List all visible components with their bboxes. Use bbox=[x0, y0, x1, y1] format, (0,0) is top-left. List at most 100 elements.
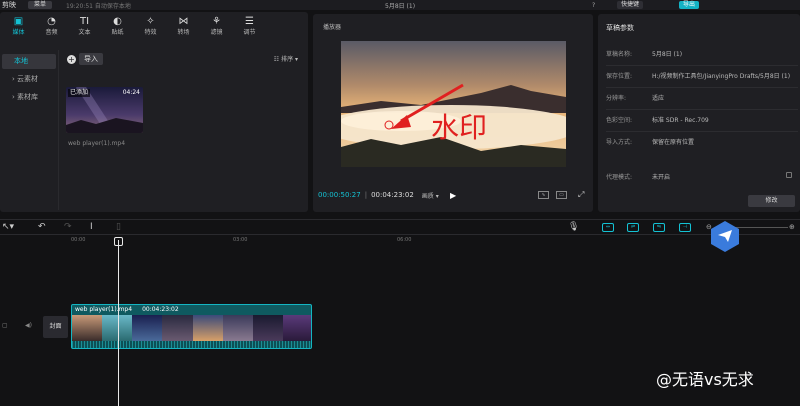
import-row[interactable]: + 导入 bbox=[67, 53, 103, 65]
clip-header: web player(1).mp4 00:04:23:02 bbox=[72, 305, 311, 315]
tool-label: 特效 bbox=[144, 29, 157, 36]
proxy-row: 代理模式: 未开启 bbox=[606, 172, 796, 181]
thumbnail-filename: web player(1).mp4 bbox=[68, 140, 126, 147]
draft-row: 导入方式: 保留在原有位置 bbox=[606, 132, 798, 153]
preview-axis-icon[interactable]: ⊣ bbox=[679, 223, 691, 232]
import-button[interactable]: 导入 bbox=[79, 53, 103, 65]
clip-frame bbox=[252, 315, 283, 341]
undo-icon[interactable]: ↶ bbox=[38, 222, 46, 233]
clip-frame bbox=[222, 315, 253, 341]
tool-adjust[interactable]: ☰ 调节 bbox=[233, 12, 266, 40]
total-time: 00:04:23:02 bbox=[371, 191, 414, 199]
text-icon: TI bbox=[79, 16, 90, 27]
clip-name: web player(1).mp4 bbox=[75, 306, 133, 313]
playhead[interactable] bbox=[118, 240, 119, 406]
fullscreen-icon[interactable]: ⤢ bbox=[578, 190, 584, 200]
watermark-label: 水印 bbox=[431, 111, 487, 144]
row-key: 分辨率: bbox=[606, 95, 627, 102]
sidebar-item-label: 云素材 bbox=[17, 75, 39, 83]
clip-frame bbox=[162, 315, 193, 341]
clip-duration: 00:04:23:02 bbox=[142, 306, 179, 313]
clip-frame bbox=[132, 315, 163, 341]
help-icon[interactable]: ? bbox=[592, 2, 595, 9]
tool-filter[interactable]: ⚘ 滤镜 bbox=[200, 12, 233, 40]
modify-button[interactable]: 修改 bbox=[748, 195, 795, 207]
redo-icon[interactable]: ↷ bbox=[64, 222, 72, 233]
tool-label: 音频 bbox=[45, 29, 58, 36]
split-icon[interactable]: I bbox=[90, 222, 93, 233]
cursor-select-icon[interactable]: ↖▾ bbox=[2, 222, 14, 233]
proxy-toggle[interactable] bbox=[786, 172, 792, 178]
main-toolbar: ▣ 媒体 ◔ 音频 TI 文本 ◐ 贴纸 ✧ 特效 ⋈ 转场 ⚘ 滤镜 ☰ 调节 bbox=[0, 12, 308, 40]
video-preview[interactable]: 水印 bbox=[341, 41, 566, 167]
time-separator: | bbox=[364, 191, 368, 199]
sidebar-item-local[interactable]: 本地 bbox=[2, 54, 56, 69]
row-key: 保存位置: bbox=[606, 73, 633, 80]
sort-label: 排序 bbox=[281, 56, 294, 63]
tool-transition[interactable]: ⋈ 转场 bbox=[167, 12, 200, 40]
player-panel: 播放器 水印 00:00:50:27 | 00:04:23:02 画质 ▾ ▶ … bbox=[313, 14, 593, 212]
tool-label: 媒体 bbox=[12, 29, 25, 36]
app-window: 剪映 菜单 19:20:51 自动保存本地 5月8日 (1) ? 快捷键 导出 … bbox=[0, 0, 800, 406]
sidebar-item-label: 素材库 bbox=[17, 93, 39, 101]
delete-icon[interactable]: ▯ bbox=[116, 222, 121, 233]
media-area: + 导入 ☷ 排序 ▾ 已添加 04:24 web player(1).mp4 bbox=[58, 50, 306, 210]
player-controls: 00:00:50:27 | 00:04:23:02 画质 ▾ ▶ ∿ ▭ ⤢ bbox=[318, 189, 588, 201]
zoom-in-icon[interactable]: ⊕ bbox=[789, 222, 795, 233]
draft-panel: 草稿参数 草稿名称: 5月8日 (1) 保存位置: H:/视频制作工具包/Jiany… bbox=[598, 14, 800, 212]
proxy-value: 未开启 bbox=[652, 174, 671, 181]
draft-title: 草稿参数 bbox=[606, 24, 634, 32]
clip-frames bbox=[72, 315, 311, 341]
track-lock-icon[interactable]: ▢ bbox=[2, 322, 8, 329]
waveform-icon[interactable]: ∿ bbox=[538, 191, 549, 199]
tool-label: 滤镜 bbox=[210, 29, 223, 36]
draft-row: 草稿名称: 5月8日 (1) bbox=[606, 44, 798, 66]
tool-label: 转场 bbox=[177, 29, 190, 36]
media-panel: ▣ 媒体 ◔ 音频 TI 文本 ◐ 贴纸 ✧ 特效 ⋈ 转场 ⚘ 滤镜 ☰ 调节 本地 › 云素… bbox=[0, 12, 308, 212]
clip-frame bbox=[282, 315, 311, 341]
row-value: 适应 bbox=[652, 95, 665, 102]
tool-sticker[interactable]: ◐ 贴纸 bbox=[101, 12, 134, 40]
auto-snap-icon[interactable]: ⇌ bbox=[627, 223, 639, 232]
track-mute-icon[interactable]: ◀) bbox=[25, 322, 32, 329]
row-value: 标准 SDR - Rec.709 bbox=[652, 117, 709, 124]
export-button[interactable]: 导出 bbox=[679, 1, 700, 9]
cover-button[interactable]: 封面 bbox=[43, 316, 68, 338]
ruler-mark: 06:00 bbox=[397, 237, 412, 243]
app-logo: 剪映 bbox=[2, 1, 16, 9]
quality-dropdown[interactable]: 画质 ▾ bbox=[422, 191, 439, 200]
proxy-key: 代理模式: bbox=[606, 174, 633, 181]
title-bar: 剪映 菜单 19:20:51 自动保存本地 5月8日 (1) ? 快捷键 导出 bbox=[0, 0, 800, 10]
player-title: 播放器 bbox=[323, 24, 342, 31]
row-value: 保留在原有位置 bbox=[652, 139, 695, 146]
microphone-icon[interactable]: 🎙 bbox=[568, 222, 579, 233]
tool-media[interactable]: ▣ 媒体 bbox=[2, 12, 35, 40]
row-key: 导入方式: bbox=[606, 139, 633, 146]
shortcut-button[interactable]: 快捷键 bbox=[617, 1, 644, 9]
audio-icon: ◔ bbox=[47, 16, 56, 27]
plus-icon: + bbox=[67, 54, 76, 64]
media-thumbnail[interactable]: 已添加 04:24 bbox=[66, 87, 143, 133]
thumbnail-duration: 04:24 bbox=[122, 89, 140, 96]
sort-button[interactable]: ☷ 排序 ▾ bbox=[274, 54, 298, 63]
sidebar-item-library[interactable]: › 素材库 bbox=[2, 90, 56, 105]
tool-label: 调节 bbox=[243, 29, 256, 36]
sticker-icon: ◐ bbox=[113, 16, 122, 27]
video-frame: 水印 bbox=[341, 41, 566, 167]
sidebar-item-cloud[interactable]: › 云素材 bbox=[2, 72, 56, 87]
timeline-toolbar: ↖▾ ↶ ↷ I ▯ 🎙 ⇔ ⇌ ⇋ ⊣ ⊖ ⊕ bbox=[0, 219, 800, 235]
main-track-magnet-icon[interactable]: ⇔ bbox=[602, 223, 614, 232]
video-clip[interactable]: web player(1).mp4 00:04:23:02 bbox=[71, 304, 312, 349]
aspect-ratio-icon[interactable]: ▭ bbox=[556, 191, 567, 199]
tool-audio[interactable]: ◔ 音频 bbox=[35, 12, 68, 40]
corner-watermark: @无语vs无求 bbox=[656, 370, 754, 389]
media-icon: ▣ bbox=[13, 16, 24, 27]
menu-button[interactable]: 菜单 bbox=[28, 1, 53, 9]
link-icon[interactable]: ⇋ bbox=[653, 223, 665, 232]
adjust-icon: ☰ bbox=[245, 16, 254, 27]
current-time: 00:00:50:27 bbox=[318, 191, 361, 199]
tool-text[interactable]: TI 文本 bbox=[68, 12, 101, 40]
tool-effects[interactable]: ✧ 特效 bbox=[134, 12, 167, 40]
added-badge: 已添加 bbox=[68, 89, 91, 97]
play-icon[interactable]: ▶ bbox=[450, 191, 456, 200]
